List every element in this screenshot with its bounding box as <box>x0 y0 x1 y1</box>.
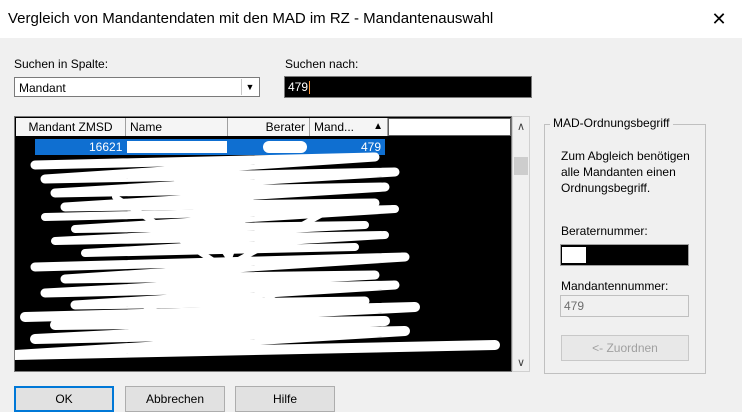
scroll-down-icon[interactable]: ∨ <box>513 354 529 370</box>
help-button[interactable]: Hilfe <box>235 386 335 412</box>
search-input[interactable]: 479 <box>284 76 532 98</box>
mandant-number-field: 479 <box>560 295 689 317</box>
mad-group-legend: MAD-Ordnungsbegriff <box>550 116 673 130</box>
scroll-thumb[interactable] <box>514 157 528 175</box>
search-column-label: Suchen in Spalte: <box>14 57 109 71</box>
search-column-value: Mandant <box>19 81 66 95</box>
title-bar: Vergleich von Mandantendaten mit den MAD… <box>0 0 742 38</box>
search-for-label: Suchen nach: <box>285 57 359 71</box>
mandant-list[interactable]: Mandant ZMSD Name Berater Mand... ▲ 1662… <box>14 116 512 372</box>
list-scrollbar[interactable]: ∧ ∨ <box>512 116 530 372</box>
berater-field[interactable] <box>560 244 689 266</box>
berater-label: Beraternummer: <box>561 224 648 238</box>
close-icon[interactable]: ✕ <box>696 0 742 38</box>
cancel-button[interactable]: Abbrechen <box>125 386 225 412</box>
mandant-number-value: 479 <box>564 299 585 313</box>
redaction-scribble <box>15 152 500 360</box>
text-cursor <box>309 81 311 95</box>
mad-description: Zum Abgleich benötigen alle Mandanten ei… <box>561 149 690 195</box>
redacted-berater-number <box>562 247 586 263</box>
search-input-value: 479 <box>288 80 309 94</box>
window-title: Vergleich von Mandantendaten mit den MAD… <box>8 10 494 27</box>
chevron-down-icon[interactable]: ▼ <box>241 79 258 95</box>
assign-button[interactable]: <- Zuordnen <box>561 335 689 361</box>
mandant-number-label: Mandantennummer: <box>561 279 669 293</box>
ok-button[interactable]: OK <box>14 386 114 412</box>
scroll-up-icon[interactable]: ∧ <box>513 118 529 134</box>
search-column-select[interactable]: Mandant ▼ <box>14 77 260 97</box>
